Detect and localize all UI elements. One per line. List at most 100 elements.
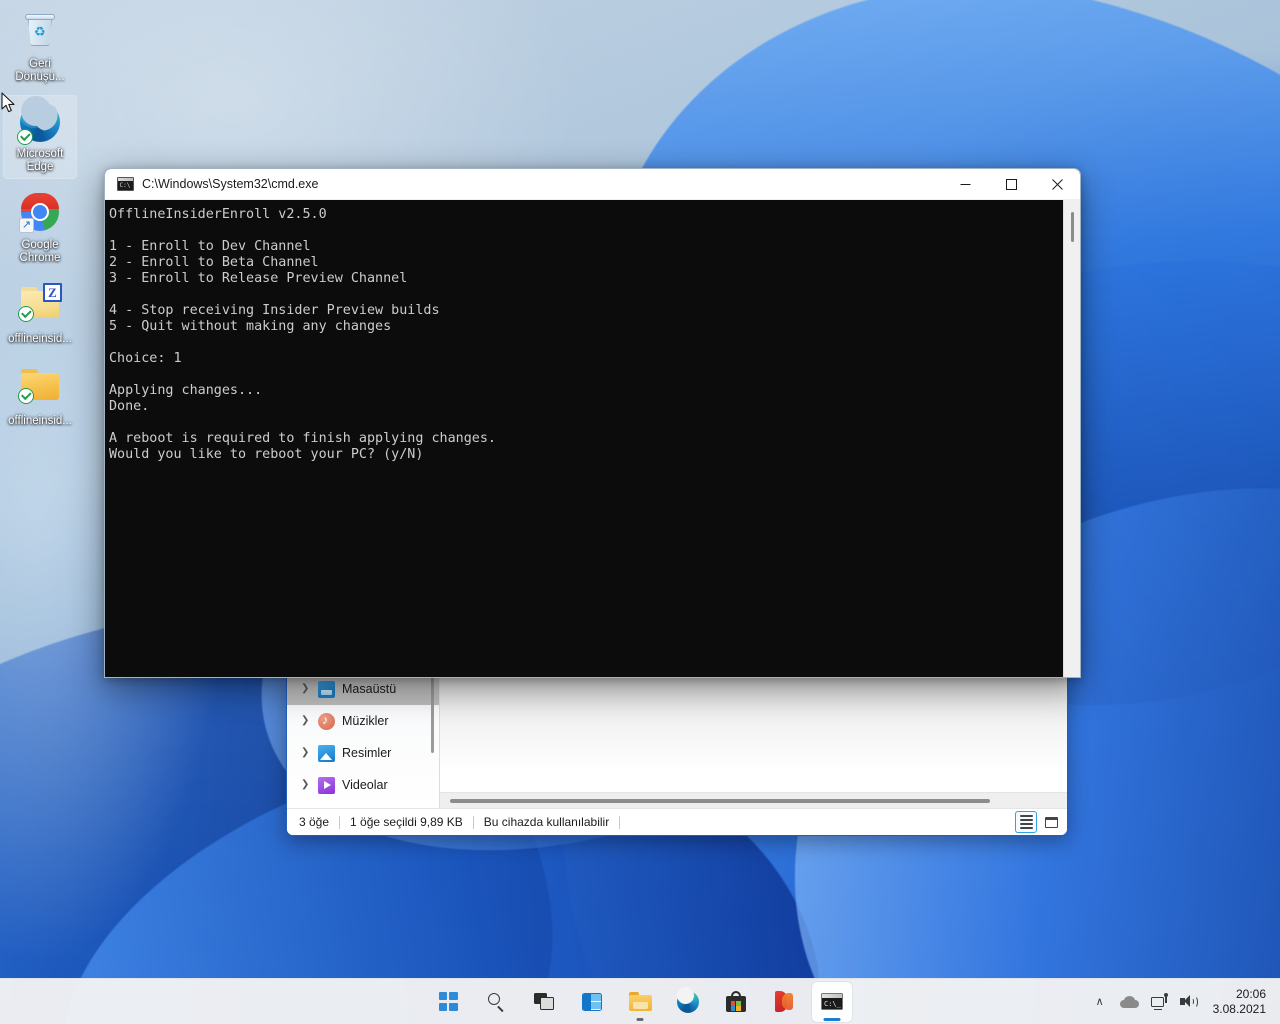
sidebar-item-label: Videolar (342, 778, 388, 792)
recycle-bin-icon: ♻ (18, 12, 62, 56)
selection-info-label: 1 öğe seçildi 9,89 KB (350, 815, 463, 829)
desktop[interactable]: ♻ Geri Dönüşü... Microsoft Edge ↗ Google… (0, 0, 1280, 1024)
google-chrome-icon: ↗ (18, 193, 62, 237)
mouse-cursor (1, 92, 17, 119)
console-vertical-scrollbar[interactable] (1063, 200, 1080, 677)
explorer-status-bar: 3 öğe 1 öğe seçildi 9,89 KB Bu cihazda k… (287, 808, 1067, 835)
search-icon (487, 992, 506, 1012)
sidebar-item-muzikler[interactable]: ❯ Müzikler (287, 705, 439, 737)
command-prompt-window[interactable]: C:\Windows\System32\cmd.exe OfflineInsid… (104, 168, 1081, 678)
chevron-right-icon[interactable]: ❯ (301, 748, 311, 758)
widgets-icon (582, 992, 602, 1011)
console-output[interactable]: OfflineInsiderEnroll v2.5.0 1 - Enroll t… (105, 200, 1063, 677)
explorer-horizontal-scrollbar[interactable] (440, 792, 1067, 808)
cmd-icon (117, 177, 134, 191)
clock-and-date[interactable]: 20:06 3.08.2021 (1205, 982, 1272, 1022)
availability-label: Bu cihazda kullanılabilir (483, 815, 610, 829)
file-explorer-window[interactable]: ❯ Masaüstü ❯ Müzikler ❯ Resimler ❯ (286, 672, 1068, 836)
status-divider (619, 815, 621, 829)
running-indicator (636, 1017, 644, 1021)
desktop-icon-label: offlineinsid... (8, 333, 72, 345)
desktop-icon-recycle-bin[interactable]: ♻ Geri Dönüşü... (4, 4, 76, 88)
desktop-icon-offlineinsiderenroll-folder[interactable]: offlineinsid... (4, 359, 76, 433)
task-view-button[interactable] (524, 982, 564, 1022)
maximize-button[interactable] (988, 169, 1034, 200)
sidebar-item-label: Masaüstü (342, 682, 397, 696)
desktop-icon-label: offlineinsid... (8, 414, 72, 427)
cmd-icon (821, 993, 843, 1010)
scrollbar-thumb[interactable] (450, 798, 991, 803)
chevron-up-icon: ∧ (1095, 996, 1104, 1008)
zip-badge-icon: Z (43, 283, 62, 302)
cmd-taskbar-button[interactable] (812, 981, 852, 1022)
close-button[interactable] (1034, 169, 1080, 200)
clock-time: 20:06 (1235, 986, 1266, 1001)
navigation-pane-scrollbar[interactable] (431, 675, 434, 753)
item-count-label: 3 öğe (299, 815, 330, 829)
desktop-icon-list: ♻ Geri Dönüşü... Microsoft Edge ↗ Google… (3, 4, 84, 440)
show-hidden-icons-button[interactable]: ∧ (1087, 985, 1113, 1019)
large-icon-box-icon (1044, 816, 1058, 828)
file-explorer-button[interactable] (620, 982, 660, 1022)
volume-tray-icon[interactable] (1175, 985, 1203, 1019)
cmd-content-area[interactable]: OfflineInsiderEnroll v2.5.0 1 - Enroll t… (105, 200, 1080, 677)
taskbar-app-buttons (428, 981, 852, 1022)
sidebar-item-resimler[interactable]: ❯ Resimler (287, 737, 439, 769)
chevron-right-icon[interactable]: ❯ (301, 684, 311, 694)
minimize-icon (960, 183, 970, 185)
status-divider (472, 815, 474, 829)
system-tray: ∧ 20:06 3.08.2021 (1087, 979, 1272, 1024)
zip-folder-icon: Z (18, 283, 62, 331)
chevron-right-icon[interactable]: ❯ (301, 716, 311, 726)
sidebar-item-label: Resimler (342, 746, 392, 760)
cmd-title-bar[interactable]: C:\Windows\System32\cmd.exe (105, 169, 1080, 200)
scrollbar-thumb[interactable] (1071, 212, 1074, 242)
close-icon (1051, 178, 1063, 190)
desktop-folder-icon (318, 680, 335, 698)
list-lines-icon (1019, 814, 1033, 830)
taskbar[interactable]: ∧ 20:06 3.08.2021 (0, 978, 1280, 1024)
maximize-icon (1005, 178, 1017, 190)
microsoft-edge-icon (17, 96, 62, 146)
large-icons-view-button[interactable] (1040, 811, 1062, 833)
store-button[interactable] (716, 982, 756, 1022)
desktop-icon-label: Microsoft Edge (16, 148, 64, 173)
explorer-body: ❯ Masaüstü ❯ Müzikler ❯ Resimler ❯ (287, 673, 1067, 808)
network-tray-icon[interactable] (1146, 985, 1173, 1019)
file-explorer-icon (628, 992, 652, 1011)
microsoft-store-icon (726, 991, 746, 1012)
microsoft-office-icon (774, 991, 794, 1012)
search-button[interactable] (476, 982, 516, 1022)
sidebar-item-videolar[interactable]: ❯ Videolar (287, 769, 439, 801)
task-view-icon (533, 992, 555, 1011)
office-button[interactable] (764, 982, 804, 1022)
microsoft-edge-icon (677, 986, 699, 1013)
start-button[interactable] (428, 982, 468, 1022)
desktop-icon-google-chrome[interactable]: ↗ Google Chrome (4, 186, 76, 269)
desktop-icon-offlineinsiderenroll-zip[interactable]: Z offlineinsid... (4, 277, 76, 351)
explorer-file-list[interactable] (440, 673, 1067, 792)
network-icon (1150, 993, 1168, 1010)
desktop-icon-label: Google Chrome (19, 239, 61, 264)
edge-button[interactable] (668, 982, 708, 1022)
sidebar-item-label: Müzikler (342, 714, 389, 728)
windows-start-icon (438, 992, 458, 1011)
active-indicator (823, 1017, 841, 1021)
status-divider (339, 815, 341, 829)
clock-date: 3.08.2021 (1212, 1001, 1266, 1016)
speaker-icon (1179, 994, 1198, 1009)
desktop-icon-label: Geri Dönüşü... (15, 58, 65, 83)
widgets-button[interactable] (572, 982, 612, 1022)
pictures-folder-icon (318, 744, 335, 762)
explorer-content-pane[interactable] (440, 673, 1067, 808)
minimize-button[interactable] (942, 169, 988, 200)
videos-folder-icon (318, 776, 335, 794)
explorer-navigation-pane[interactable]: ❯ Masaüstü ❯ Müzikler ❯ Resimler ❯ (287, 673, 439, 808)
music-folder-icon (318, 712, 335, 730)
window-title: C:\Windows\System32\cmd.exe (142, 177, 319, 191)
chevron-right-icon[interactable]: ❯ (301, 780, 311, 790)
onedrive-tray-icon[interactable] (1115, 985, 1144, 1019)
cloud-icon (1119, 995, 1139, 1008)
details-view-button[interactable] (1015, 811, 1037, 833)
folder-icon (18, 368, 62, 413)
